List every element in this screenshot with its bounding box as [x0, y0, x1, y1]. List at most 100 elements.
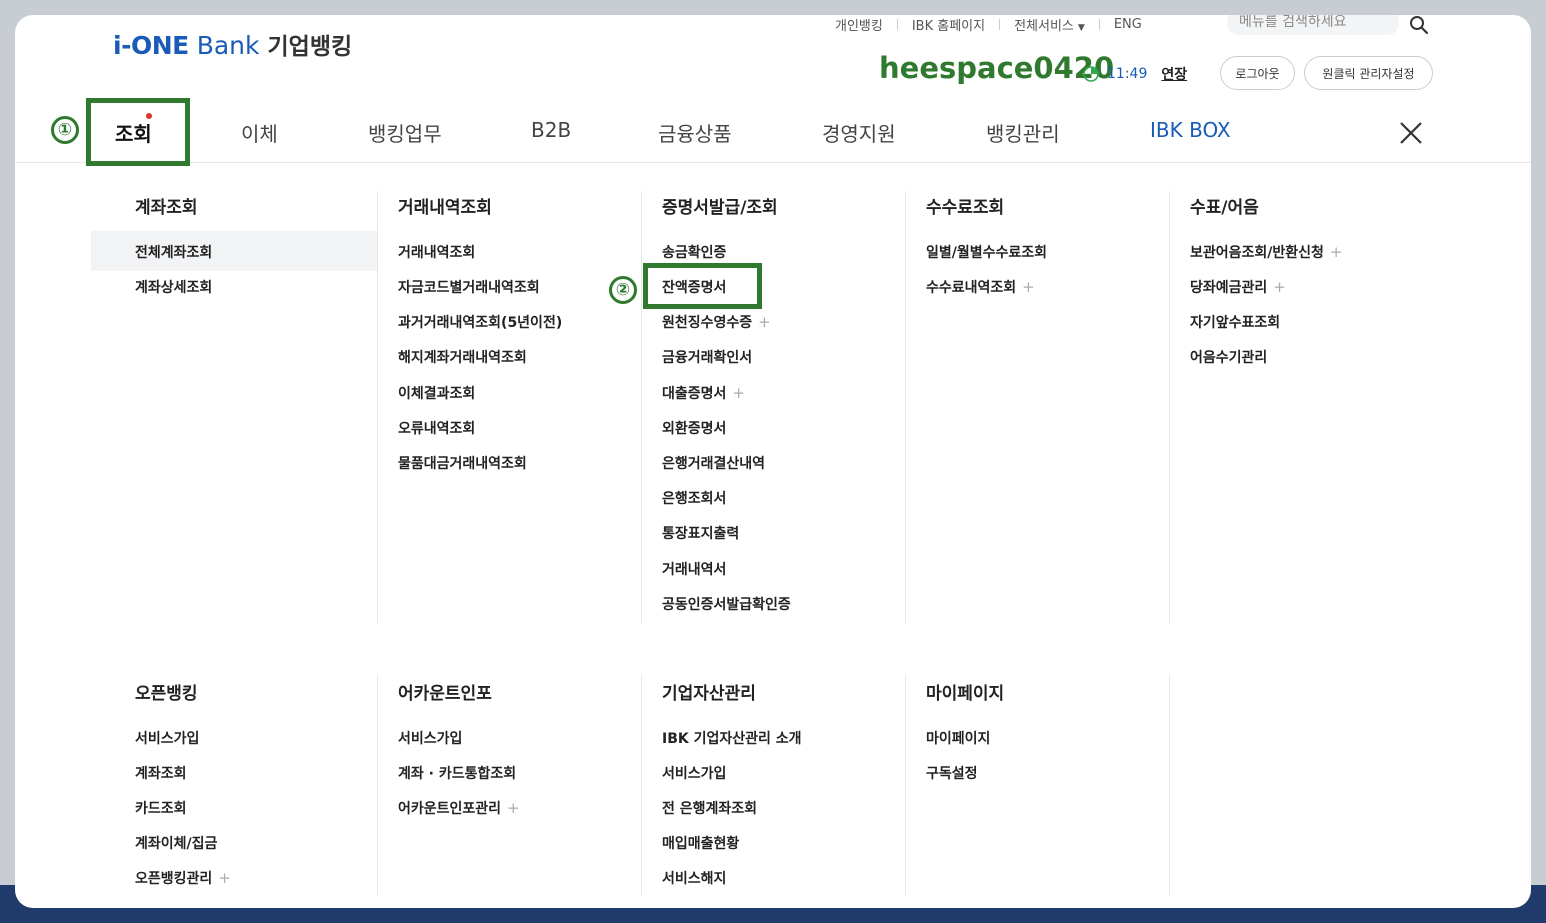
timer-icon: [1083, 66, 1099, 82]
plus-icon[interactable]: +: [1330, 243, 1343, 261]
gnb-tab-management-support[interactable]: 경영지원: [822, 118, 896, 147]
annotation-badge-1: ①: [51, 116, 79, 144]
divider: [896, 19, 898, 30]
menu-item[interactable]: 당좌예금관리 +: [1190, 277, 1286, 297]
menu-item[interactable]: 서비스가입: [398, 728, 462, 748]
full-menu-panel: i-ONE Bank 기업뱅킹 개인뱅킹 IBK 홈페이지 전체서비스 ▼ ENG…: [15, 15, 1531, 908]
menu-item[interactable]: 물품대금거래내역조회: [398, 453, 527, 473]
menu-item[interactable]: 거래내역서: [662, 559, 726, 579]
util-link-eng[interactable]: ENG: [1114, 17, 1142, 32]
plus-icon[interactable]: +: [218, 869, 231, 887]
menu-item[interactable]: 자기앞수표조회: [1190, 312, 1280, 332]
logo[interactable]: i-ONE Bank 기업뱅킹: [113, 27, 352, 61]
menu-item[interactable]: 마이페이지: [926, 728, 990, 748]
menu-item[interactable]: 계좌이체/집금: [135, 833, 217, 853]
column-divider: [377, 191, 378, 623]
column-divider: [905, 675, 906, 895]
section-title-fees[interactable]: 수수료조회: [926, 193, 1004, 218]
section-title-account-info[interactable]: 어카운트인포: [398, 679, 492, 704]
menu-item[interactable]: 어음수기관리: [1190, 347, 1267, 367]
divider: [1098, 19, 1100, 30]
menu-item-all-accounts[interactable]: 전체계좌조회: [135, 242, 212, 262]
menu-item[interactable]: 오픈뱅킹관리 +: [135, 868, 231, 888]
plus-icon[interactable]: +: [507, 799, 520, 817]
menu-item[interactable]: 대출증명서 +: [662, 383, 745, 403]
plus-icon[interactable]: +: [1273, 278, 1286, 296]
section-title-checks-bills[interactable]: 수표/어음: [1190, 193, 1259, 218]
extend-session-link[interactable]: 연장: [1161, 64, 1187, 84]
menu-item[interactable]: 은행거래결산내역: [662, 453, 765, 473]
menu-item[interactable]: 어카운트인포관리 +: [398, 798, 520, 818]
annotation-badge-2: ②: [609, 276, 637, 304]
menu-item[interactable]: 수수료내역조회 +: [926, 277, 1035, 297]
util-link-all-services[interactable]: 전체서비스 ▼: [1014, 15, 1085, 34]
util-link-ibk-home[interactable]: IBK 홈페이지: [912, 15, 985, 34]
menu-item[interactable]: 구독설정: [926, 763, 978, 783]
plus-icon[interactable]: +: [732, 384, 745, 402]
oneclick-admin-settings-button[interactable]: 원클릭 관리자설정: [1304, 56, 1433, 90]
menu-item[interactable]: 자금코드별거래내역조회: [398, 277, 540, 297]
global-nav: 조회 이체 뱅킹업무 B2B 금융상품 경영지원 뱅킹관리 IBK BOX: [15, 98, 1531, 163]
section-title-open-banking[interactable]: 오픈뱅킹: [135, 679, 198, 704]
section-title-certificates[interactable]: 증명서발급/조회: [662, 193, 778, 218]
menu-search-input[interactable]: 메뉴를 검색하세요: [1227, 15, 1399, 35]
menu-item[interactable]: 일별/월별수수료조회: [926, 242, 1047, 262]
column-divider: [641, 191, 642, 623]
search-icon[interactable]: [1409, 15, 1429, 35]
menu-item[interactable]: 서비스가입: [135, 728, 199, 748]
menu-item[interactable]: 계좌 · 카드통합조회: [398, 763, 516, 783]
divider: [999, 19, 1001, 30]
util-link-personal[interactable]: 개인뱅킹: [835, 15, 883, 34]
menu-item[interactable]: 오류내역조회: [398, 418, 475, 438]
menu-item[interactable]: IBK 기업자산관리 소개: [662, 728, 802, 748]
section-title-transaction-history[interactable]: 거래내역조회: [398, 193, 492, 218]
plus-icon[interactable]: +: [758, 313, 771, 331]
gnb-tab-b2b[interactable]: B2B: [531, 118, 571, 142]
menu-item-label: 대출증명서: [662, 386, 727, 402]
menu-item[interactable]: 송금확인증: [662, 242, 726, 262]
menu-item[interactable]: 카드조회: [135, 798, 187, 818]
menu-item[interactable]: 금융거래확인서: [662, 347, 752, 367]
menu-item[interactable]: 계좌조회: [135, 763, 187, 783]
section-title-account-inquiry[interactable]: 계좌조회: [135, 193, 198, 218]
menu-item[interactable]: 통장표지출력: [662, 523, 739, 543]
column-divider: [377, 675, 378, 895]
selected-item-background: [91, 231, 377, 271]
menu-item[interactable]: 해지계좌거래내역조회: [398, 347, 527, 367]
plus-icon[interactable]: +: [1022, 278, 1035, 296]
gnb-tab-banking[interactable]: 뱅킹업무: [368, 118, 442, 147]
menu-item[interactable]: 서비스가입: [662, 763, 726, 783]
timer-text: 11:49: [1107, 66, 1148, 82]
column-divider: [905, 191, 906, 623]
logout-button[interactable]: 로그아웃: [1220, 56, 1295, 90]
column-divider: [1169, 675, 1170, 895]
menu-item[interactable]: 외환증명서: [662, 418, 726, 438]
menu-item-label: 어카운트인포관리: [398, 801, 502, 817]
menu-item[interactable]: 전 은행계좌조회: [662, 798, 757, 818]
close-icon[interactable]: [1399, 121, 1423, 145]
menu-item[interactable]: 과거거래내역조회(5년이전): [398, 312, 562, 332]
menu-item[interactable]: 서비스해지: [662, 868, 726, 888]
section-title-my-page[interactable]: 마이페이지: [926, 679, 1004, 704]
gnb-tab-ibk-box[interactable]: IBK BOX: [1150, 118, 1231, 142]
menu-item[interactable]: 은행조회서: [662, 488, 726, 508]
gnb-tab-banking-admin[interactable]: 뱅킹관리: [986, 118, 1060, 147]
logo-biz: 기업뱅킹: [267, 34, 353, 60]
section-title-asset-management[interactable]: 기업자산관리: [662, 679, 756, 704]
menu-item[interactable]: 원천징수영수증 +: [662, 312, 771, 332]
menu-item[interactable]: 거래내역조회: [398, 242, 475, 262]
menu-item-label: 보관어음조회/반환신청: [1190, 245, 1324, 261]
column-divider: [641, 675, 642, 895]
utility-nav: 개인뱅킹 IBK 홈페이지 전체서비스 ▼ ENG: [835, 15, 1142, 34]
menu-item[interactable]: 보관어음조회/반환신청 +: [1190, 242, 1343, 262]
menu-item[interactable]: 매입매출현황: [662, 833, 739, 853]
column-divider: [1169, 191, 1170, 623]
menu-item[interactable]: 이체결과조회: [398, 383, 475, 403]
logo-bank: Bank: [196, 31, 260, 60]
gnb-tab-products[interactable]: 금융상품: [658, 118, 732, 147]
session-timer: 11:49 연장: [1065, 57, 1225, 91]
menu-item-account-detail[interactable]: 계좌상세조회: [135, 277, 212, 297]
caret-down-icon: ▼: [1077, 23, 1085, 33]
gnb-tab-transfer[interactable]: 이체: [241, 118, 278, 147]
menu-item[interactable]: 공동인증서발급확인증: [662, 594, 791, 614]
